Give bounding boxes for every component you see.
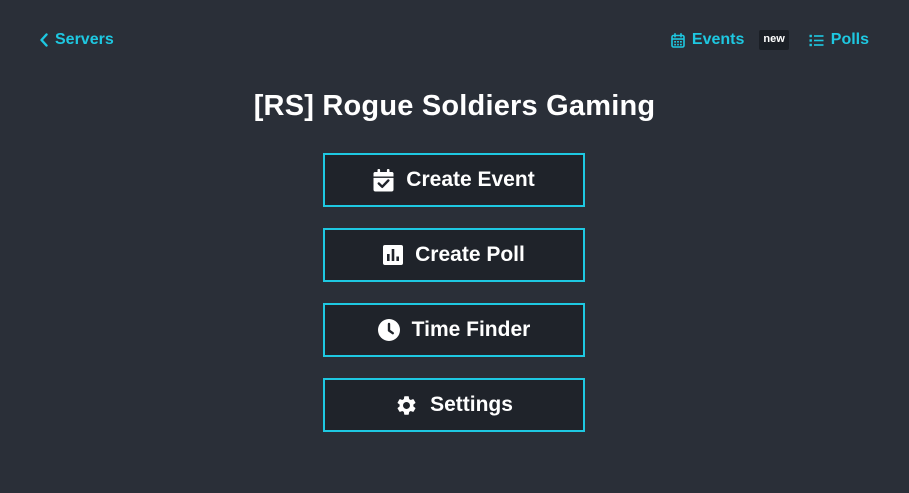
events-link-label: Events (691, 31, 745, 48)
polls-link[interactable]: Polls (809, 31, 869, 49)
top-right-nav: Events new Polls (671, 30, 869, 50)
top-navigation: Servers Events new Polls (0, 0, 909, 84)
calendar-check-icon (373, 168, 394, 192)
time-finder-button[interactable]: Time Finder (323, 303, 585, 357)
create-poll-label: Create Poll (415, 243, 525, 266)
settings-button[interactable]: Settings (323, 378, 585, 432)
back-to-servers-link[interactable]: Servers (39, 31, 114, 49)
gear-icon (395, 394, 418, 417)
create-event-label: Create Event (406, 168, 535, 191)
time-finder-label: Time Finder (411, 318, 531, 341)
chevron-left-icon (39, 33, 49, 47)
events-link[interactable]: Events new (671, 30, 789, 50)
server-menu: Create Event Create Poll Time Finder Set… (323, 153, 585, 453)
create-poll-button[interactable]: Create Poll (323, 228, 585, 282)
new-badge: new (759, 30, 789, 50)
create-event-button[interactable]: Create Event (323, 153, 585, 207)
server-title: [RS] Rogue Soldiers Gaming (253, 90, 656, 122)
poll-chart-icon (383, 245, 404, 265)
clock-icon (377, 319, 400, 341)
calendar-icon (671, 32, 685, 48)
settings-label: Settings (430, 393, 513, 416)
back-link-label: Servers (55, 31, 114, 48)
list-icon (809, 34, 824, 47)
polls-link-label: Polls (830, 31, 869, 48)
